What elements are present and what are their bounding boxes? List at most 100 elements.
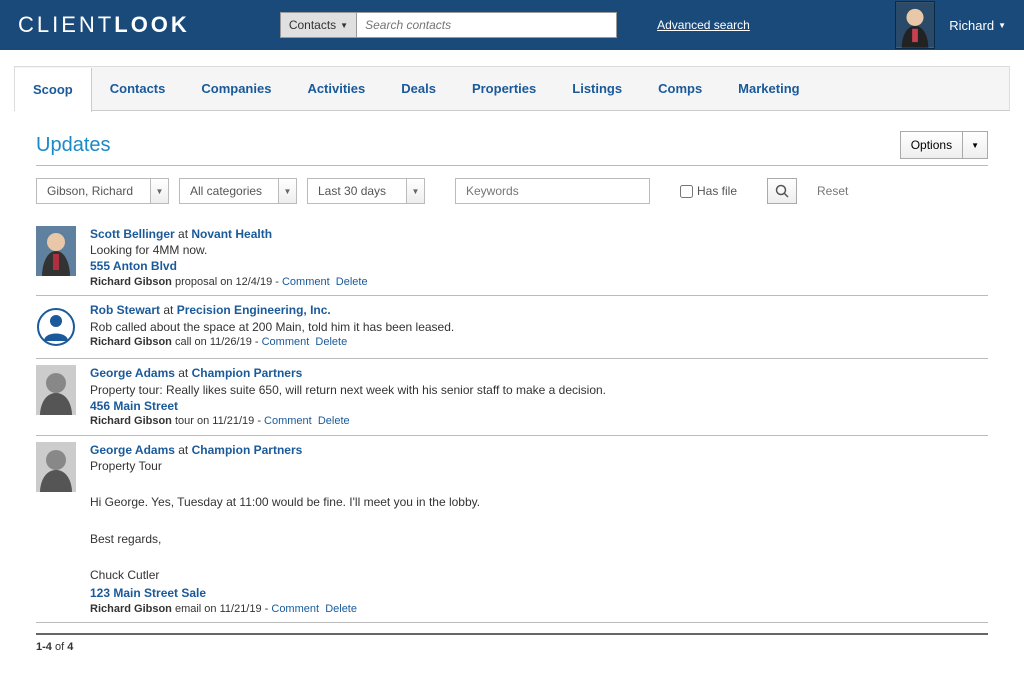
- chevron-down-icon: ▼: [407, 178, 425, 204]
- header-user-area: Richard ▼: [895, 1, 1006, 49]
- filter-range-value: Last 30 days: [307, 178, 407, 204]
- feed-item: Rob Stewart at Precision Engineering, In…: [36, 298, 988, 359]
- tab-deals[interactable]: Deals: [383, 67, 454, 110]
- author-name: Richard Gibson: [90, 276, 172, 288]
- advanced-search-link[interactable]: Advanced search: [657, 18, 750, 32]
- filter-user-value: Gibson, Richard: [36, 178, 151, 204]
- logo-text-1: CLIENT: [18, 12, 114, 37]
- feed-header-line: George Adams at Champion Partners: [90, 442, 988, 458]
- options-button[interactable]: Options: [900, 131, 963, 159]
- username-label: Richard: [949, 18, 994, 33]
- search-icon: [775, 184, 789, 198]
- pager-range: 1-4: [36, 641, 52, 653]
- tab-listings[interactable]: Listings: [554, 67, 640, 110]
- feed-meta: Richard Gibson email on 11/21/19 - Comme…: [90, 602, 988, 617]
- filter-keywords-input[interactable]: [455, 178, 650, 204]
- at-text: at: [175, 443, 192, 457]
- search-button[interactable]: [767, 178, 797, 204]
- contact-avatar[interactable]: [36, 365, 76, 415]
- filter-user[interactable]: Gibson, Richard ▼: [36, 178, 169, 204]
- delete-link[interactable]: Delete: [318, 415, 350, 427]
- feed-list: Scott Bellinger at Novant HealthLooking …: [36, 222, 988, 623]
- feed-description: Property tour: Really likes suite 650, w…: [90, 382, 988, 398]
- feed-meta: Richard Gibson tour on 11/21/19 - Commen…: [90, 414, 988, 429]
- contact-link[interactable]: Scott Bellinger: [90, 227, 175, 241]
- at-text: at: [160, 303, 177, 317]
- location-link[interactable]: 555 Anton Blvd: [90, 258, 988, 274]
- feed-header-line: George Adams at Champion Partners: [90, 365, 988, 381]
- has-file-checkbox[interactable]: [680, 185, 693, 198]
- feed-item: George Adams at Champion PartnersPropert…: [36, 361, 988, 435]
- contact-avatar[interactable]: [36, 442, 76, 492]
- comment-link[interactable]: Comment: [282, 276, 330, 288]
- pager-of: of: [52, 641, 67, 653]
- location-link[interactable]: 123 Main Street Sale: [90, 585, 988, 601]
- contact-link[interactable]: George Adams: [90, 366, 175, 380]
- comment-link[interactable]: Comment: [264, 415, 312, 427]
- feed-item: George Adams at Champion PartnersPropert…: [36, 438, 988, 624]
- feed-body-line: [90, 549, 988, 565]
- company-link[interactable]: Novant Health: [191, 227, 272, 241]
- delete-link[interactable]: Delete: [315, 336, 347, 348]
- at-text: at: [175, 227, 192, 241]
- user-menu[interactable]: Richard ▼: [949, 18, 1006, 33]
- delete-link[interactable]: Delete: [336, 276, 368, 288]
- feed-body: George Adams at Champion PartnersPropert…: [90, 365, 988, 428]
- location-link[interactable]: 456 Main Street: [90, 398, 988, 414]
- feed-item: Scott Bellinger at Novant HealthLooking …: [36, 222, 988, 296]
- tab-properties[interactable]: Properties: [454, 67, 554, 110]
- user-avatar[interactable]: [895, 1, 935, 49]
- tab-companies[interactable]: Companies: [183, 67, 289, 110]
- contact-avatar[interactable]: [36, 226, 76, 276]
- company-link[interactable]: Champion Partners: [192, 366, 303, 380]
- feed-body: Scott Bellinger at Novant HealthLooking …: [90, 226, 988, 289]
- feed-header-line: Rob Stewart at Precision Engineering, In…: [90, 302, 988, 318]
- contact-link[interactable]: Rob Stewart: [90, 303, 160, 317]
- contact-avatar[interactable]: [36, 302, 76, 352]
- author-name: Richard Gibson: [90, 603, 172, 615]
- author-name: Richard Gibson: [90, 336, 172, 348]
- search-bar: Contacts ▼: [280, 12, 617, 38]
- chevron-down-icon: ▼: [998, 21, 1006, 30]
- filter-has-file[interactable]: Has file: [680, 184, 737, 198]
- meta-text: call on 11/26/19 -: [172, 336, 262, 348]
- page-header: Updates Options ▼: [36, 131, 988, 166]
- feed-description: Looking for 4MM now.: [90, 242, 988, 258]
- comment-link[interactable]: Comment: [262, 336, 310, 348]
- nav-tabs: ScoopContactsCompaniesActivitiesDealsPro…: [14, 66, 1010, 111]
- feed-description: Property Tour: [90, 458, 988, 474]
- reset-link[interactable]: Reset: [817, 184, 848, 198]
- tab-activities[interactable]: Activities: [289, 67, 383, 110]
- tab-contacts[interactable]: Contacts: [92, 67, 184, 110]
- filter-range[interactable]: Last 30 days ▼: [307, 178, 425, 204]
- company-link[interactable]: Precision Engineering, Inc.: [177, 303, 331, 317]
- meta-text: tour on 11/21/19 -: [172, 415, 264, 427]
- at-text: at: [175, 366, 192, 380]
- feed-body: George Adams at Champion PartnersPropert…: [90, 442, 988, 617]
- filter-category-value: All categories: [179, 178, 279, 204]
- nav-tabs-wrap: ScoopContactsCompaniesActivitiesDealsPro…: [0, 50, 1024, 111]
- tab-marketing[interactable]: Marketing: [720, 67, 817, 110]
- meta-text: email on 11/21/19 -: [172, 603, 271, 615]
- company-link[interactable]: Champion Partners: [192, 443, 303, 457]
- feed-body-line: Best regards,: [90, 531, 988, 547]
- page-content: Updates Options ▼ Gibson, Richard ▼ All …: [0, 111, 1024, 673]
- options-button-group: Options ▼: [900, 131, 988, 159]
- pager: 1-4 of 4: [36, 633, 988, 653]
- filter-category[interactable]: All categories ▼: [179, 178, 297, 204]
- feed-meta: Richard Gibson call on 11/26/19 - Commen…: [90, 335, 988, 350]
- filter-bar: Gibson, Richard ▼ All categories ▼ Last …: [36, 178, 988, 204]
- delete-link[interactable]: Delete: [325, 603, 357, 615]
- author-name: Richard Gibson: [90, 415, 172, 427]
- search-input[interactable]: [357, 12, 617, 38]
- tab-scoop[interactable]: Scoop: [15, 68, 92, 112]
- chevron-down-icon: ▼: [340, 21, 348, 30]
- search-scope-dropdown[interactable]: Contacts ▼: [280, 12, 357, 38]
- comment-link[interactable]: Comment: [271, 603, 319, 615]
- feed-body-line: Chuck Cutler: [90, 567, 988, 583]
- tab-comps[interactable]: Comps: [640, 67, 720, 110]
- contact-link[interactable]: George Adams: [90, 443, 175, 457]
- feed-header-line: Scott Bellinger at Novant Health: [90, 226, 988, 242]
- options-dropdown-toggle[interactable]: ▼: [963, 131, 988, 159]
- app-header: CLIENTLOOK Contacts ▼ Advanced search Ri…: [0, 0, 1024, 50]
